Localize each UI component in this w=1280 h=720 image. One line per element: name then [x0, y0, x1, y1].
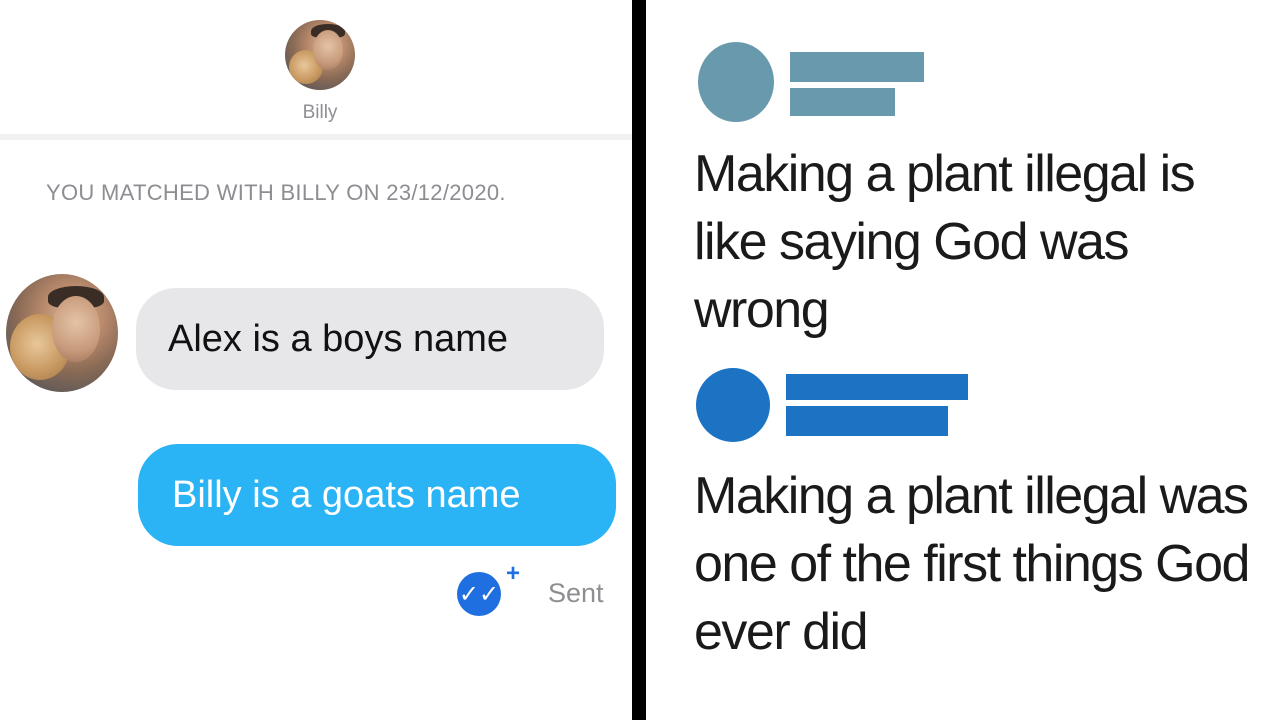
- tweet-1-avatar-placeholder: [698, 42, 774, 122]
- received-message-bubble[interactable]: Alex is a boys name: [136, 288, 604, 390]
- sent-message-bubble[interactable]: Billy is a goats name: [138, 444, 616, 546]
- tweet-2-name-placeholder: [786, 374, 968, 400]
- tweet-1-name-placeholder: [790, 52, 924, 82]
- avatar-face-shape: [52, 296, 100, 362]
- plus-icon[interactable]: +: [506, 560, 520, 588]
- tweet-2-handle-placeholder: [786, 406, 948, 436]
- sent-message-text: Billy is a goats name: [172, 473, 521, 516]
- contact-avatar[interactable]: [285, 20, 355, 90]
- received-message-text: Alex is a boys name: [168, 317, 509, 360]
- match-notice: YOU MATCHED WITH BILLY ON 23/12/2020.: [46, 180, 506, 205]
- read-receipt-icon: ✓✓: [457, 572, 501, 616]
- tweets-panel: Making a plant illegal is like saying Go…: [646, 0, 1280, 720]
- avatar-face-shape: [313, 30, 343, 70]
- sender-avatar[interactable]: [6, 274, 118, 392]
- tweet-1-handle-placeholder: [790, 88, 895, 116]
- chat-screenshot-panel: Billy YOU MATCHED WITH BILLY ON 23/12/20…: [0, 0, 632, 720]
- tweet-2-text: Making a plant illegal was one of the fi…: [694, 467, 1250, 661]
- sent-status: Sent: [548, 578, 604, 608]
- contact-name[interactable]: Billy: [0, 102, 632, 124]
- tweet-2-avatar-placeholder: [696, 368, 770, 442]
- tweet-1-text: Making a plant illegal is like saying Go…: [694, 145, 1196, 339]
- header-divider: [0, 134, 632, 140]
- panel-divider: [632, 0, 646, 720]
